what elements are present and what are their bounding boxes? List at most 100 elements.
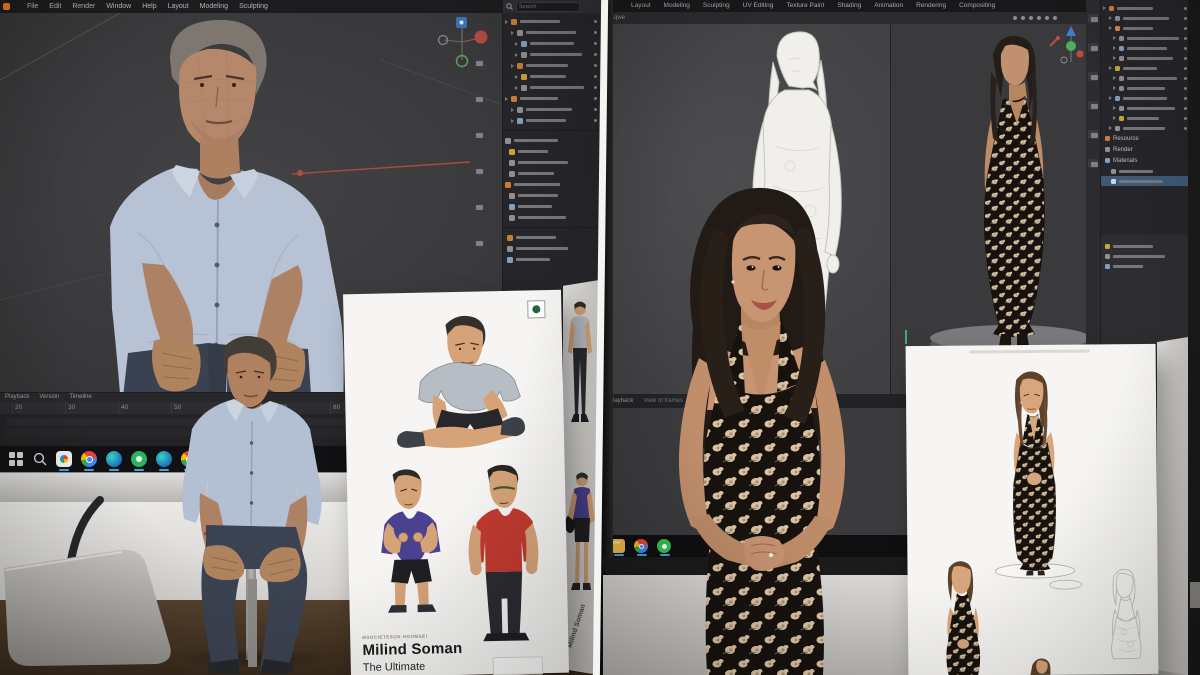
properties-row[interactable] <box>503 190 601 201</box>
workspace-tab[interactable]: Layout <box>631 0 651 12</box>
outliner-search-input[interactable] <box>516 2 580 12</box>
visibility-icon[interactable] <box>1184 97 1187 100</box>
menu-item[interactable]: Render <box>72 0 95 13</box>
outliner-row[interactable] <box>503 82 601 93</box>
visibility-icon[interactable] <box>594 31 597 34</box>
menu-item[interactable]: Window <box>106 0 131 13</box>
visibility-icon[interactable] <box>594 20 597 23</box>
chrome-icon[interactable] <box>81 451 97 467</box>
visibility-icon[interactable] <box>594 64 597 67</box>
workspace-tab[interactable]: Animation <box>874 0 903 12</box>
outliner-row[interactable] <box>1101 33 1191 43</box>
properties-row[interactable] <box>503 201 601 212</box>
outliner-row[interactable] <box>1101 103 1191 113</box>
tool-button[interactable] <box>473 202 486 213</box>
visibility-icon[interactable] <box>1184 37 1187 40</box>
workspace-tab[interactable]: Shading <box>837 0 861 12</box>
workspace-tab[interactable]: Compositing <box>959 0 995 12</box>
properties-row[interactable] <box>503 232 601 243</box>
tool-button[interactable] <box>1088 72 1098 81</box>
tool-button[interactable] <box>473 238 486 249</box>
workspace-tab[interactable]: Rendering <box>916 0 946 12</box>
visibility-icon[interactable] <box>594 42 597 45</box>
outliner-row[interactable] <box>1101 113 1191 123</box>
start-icon[interactable] <box>8 451 24 467</box>
outliner-row[interactable] <box>503 115 601 126</box>
outliner-row[interactable] <box>503 104 601 115</box>
visibility-icon[interactable] <box>1184 117 1187 120</box>
outliner-row[interactable] <box>503 93 601 104</box>
outliner-row[interactable] <box>1101 53 1191 63</box>
menu-item[interactable]: File <box>27 0 38 13</box>
outliner-row[interactable] <box>1101 63 1191 73</box>
outliner-search[interactable] <box>503 0 601 13</box>
properties-row[interactable] <box>503 146 601 157</box>
outliner-row[interactable] <box>1101 13 1191 23</box>
visibility-icon[interactable] <box>1184 17 1187 20</box>
outliner-row[interactable] <box>1101 93 1191 103</box>
workspace-tab[interactable]: Texture Paint <box>786 0 824 12</box>
properties-row[interactable] <box>503 254 601 265</box>
workspace-tab[interactable]: Sculpting <box>703 0 730 12</box>
visibility-icon[interactable] <box>594 53 597 56</box>
properties-row[interactable] <box>503 212 601 223</box>
menu-item[interactable]: Help <box>142 0 156 13</box>
outliner-row[interactable] <box>1101 176 1191 186</box>
tool-button[interactable] <box>473 166 486 177</box>
timeline-tab[interactable]: Playback <box>5 393 29 402</box>
visibility-icon[interactable] <box>594 119 597 122</box>
tool-button[interactable] <box>1088 14 1098 23</box>
meet-icon[interactable] <box>131 451 147 467</box>
outliner-row[interactable] <box>503 38 601 49</box>
navigation-gizmo-icon[interactable] <box>1058 24 1084 70</box>
properties-row[interactable] <box>503 179 601 190</box>
outliner-section[interactable]: Materials <box>1101 155 1191 166</box>
properties-row[interactable] <box>1101 241 1191 251</box>
tool-button[interactable] <box>1088 130 1098 139</box>
properties-row[interactable] <box>503 157 601 168</box>
workspace-tab[interactable]: UV Editing <box>743 0 774 12</box>
visibility-icon[interactable] <box>1184 107 1187 110</box>
outliner-row[interactable] <box>1101 166 1191 176</box>
outliner-row[interactable] <box>503 71 601 82</box>
tool-button[interactable] <box>1088 43 1098 52</box>
visibility-icon[interactable] <box>1184 127 1187 130</box>
visibility-icon[interactable] <box>1184 57 1187 60</box>
photos-app-icon[interactable] <box>56 451 72 467</box>
outliner-row[interactable] <box>1101 3 1191 13</box>
properties-row[interactable] <box>503 168 601 179</box>
folder-icon[interactable] <box>611 539 625 553</box>
visibility-icon[interactable] <box>594 75 597 78</box>
timeline-tab[interactable]: Timeline <box>69 393 91 402</box>
menu-item[interactable]: Layout <box>168 0 189 13</box>
visibility-icon[interactable] <box>1184 67 1187 70</box>
tool-button[interactable] <box>473 58 486 69</box>
search-icon[interactable] <box>33 452 47 466</box>
tool-button[interactable] <box>473 130 486 141</box>
properties-row[interactable] <box>503 135 601 146</box>
header-icons[interactable] <box>1013 16 1057 20</box>
outliner-row[interactable] <box>503 60 601 71</box>
outliner-row[interactable] <box>1101 123 1191 133</box>
edge-icon[interactable] <box>106 451 122 467</box>
properties-row[interactable] <box>503 243 601 254</box>
outliner-row[interactable] <box>503 16 601 27</box>
timeline-tab[interactable]: Version <box>39 393 59 402</box>
visibility-icon[interactable] <box>1184 7 1187 10</box>
visibility-icon[interactable] <box>594 86 597 89</box>
outliner-row[interactable] <box>1101 23 1191 33</box>
visibility-icon[interactable] <box>594 108 597 111</box>
outliner-section[interactable]: Resource <box>1101 133 1191 144</box>
tool-button[interactable] <box>473 94 486 105</box>
tool-button[interactable] <box>1088 101 1098 110</box>
outliner-row[interactable] <box>1101 43 1191 53</box>
visibility-icon[interactable] <box>1184 77 1187 80</box>
outliner-row[interactable] <box>1101 73 1191 83</box>
outliner-row[interactable] <box>503 49 601 60</box>
workspace-tab[interactable]: Modeling <box>664 0 690 12</box>
outliner-row[interactable] <box>1101 83 1191 93</box>
visibility-icon[interactable] <box>1184 87 1187 90</box>
visibility-icon[interactable] <box>1184 27 1187 30</box>
tool-button[interactable] <box>1088 159 1098 168</box>
menu-item[interactable]: Modeling <box>200 0 228 13</box>
